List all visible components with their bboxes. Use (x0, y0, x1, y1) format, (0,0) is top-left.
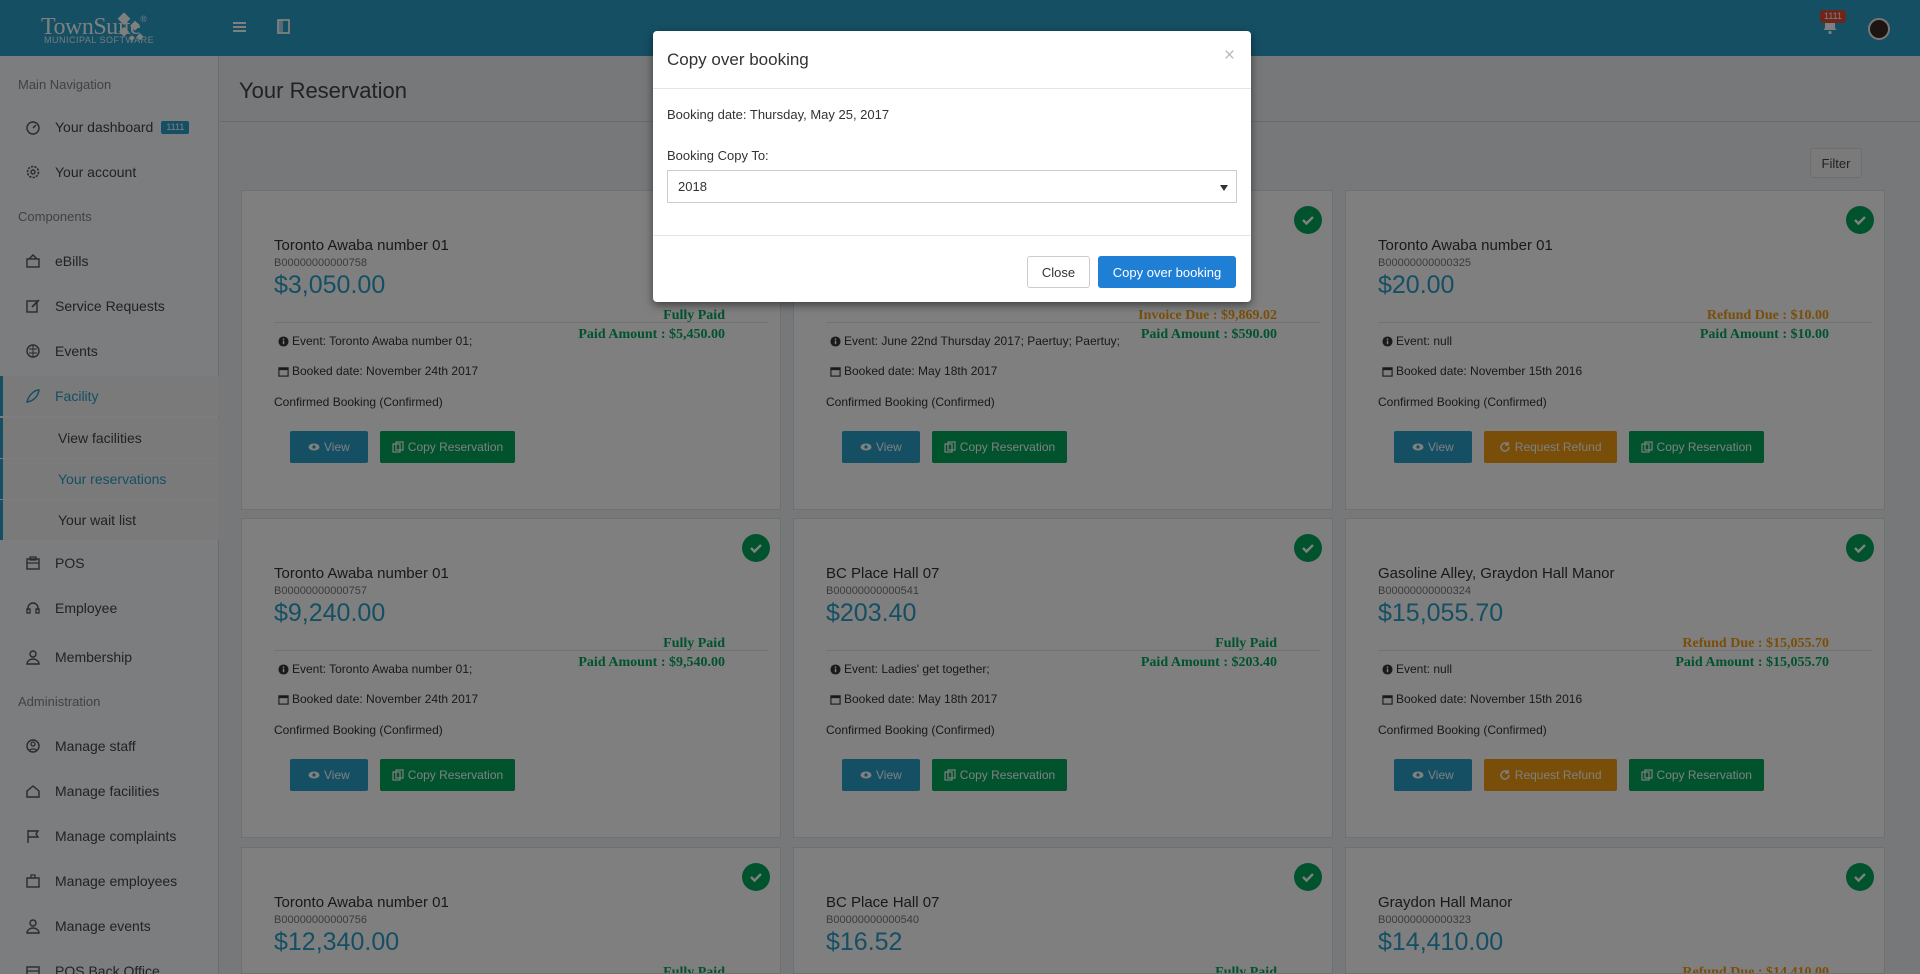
booking-copy-to-label: Booking Copy To: (667, 148, 769, 163)
booking-copy-to-select[interactable]: 2018 (667, 170, 1237, 203)
selected-year: 2018 (678, 179, 707, 194)
modal-header-divider (653, 88, 1251, 89)
close-button[interactable]: Close (1027, 256, 1090, 288)
modal-title: Copy over booking (667, 50, 809, 69)
booking-date-text: Booking date: Thursday, May 25, 2017 (667, 107, 890, 122)
close-icon[interactable]: × (1224, 45, 1235, 67)
copy-booking-modal: Copy over booking × Booking date: Thursd… (653, 31, 1251, 302)
copy-over-booking-button[interactable]: Copy over booking (1098, 256, 1236, 288)
caret-down-icon (1220, 185, 1228, 191)
modal-footer-divider (653, 235, 1251, 236)
